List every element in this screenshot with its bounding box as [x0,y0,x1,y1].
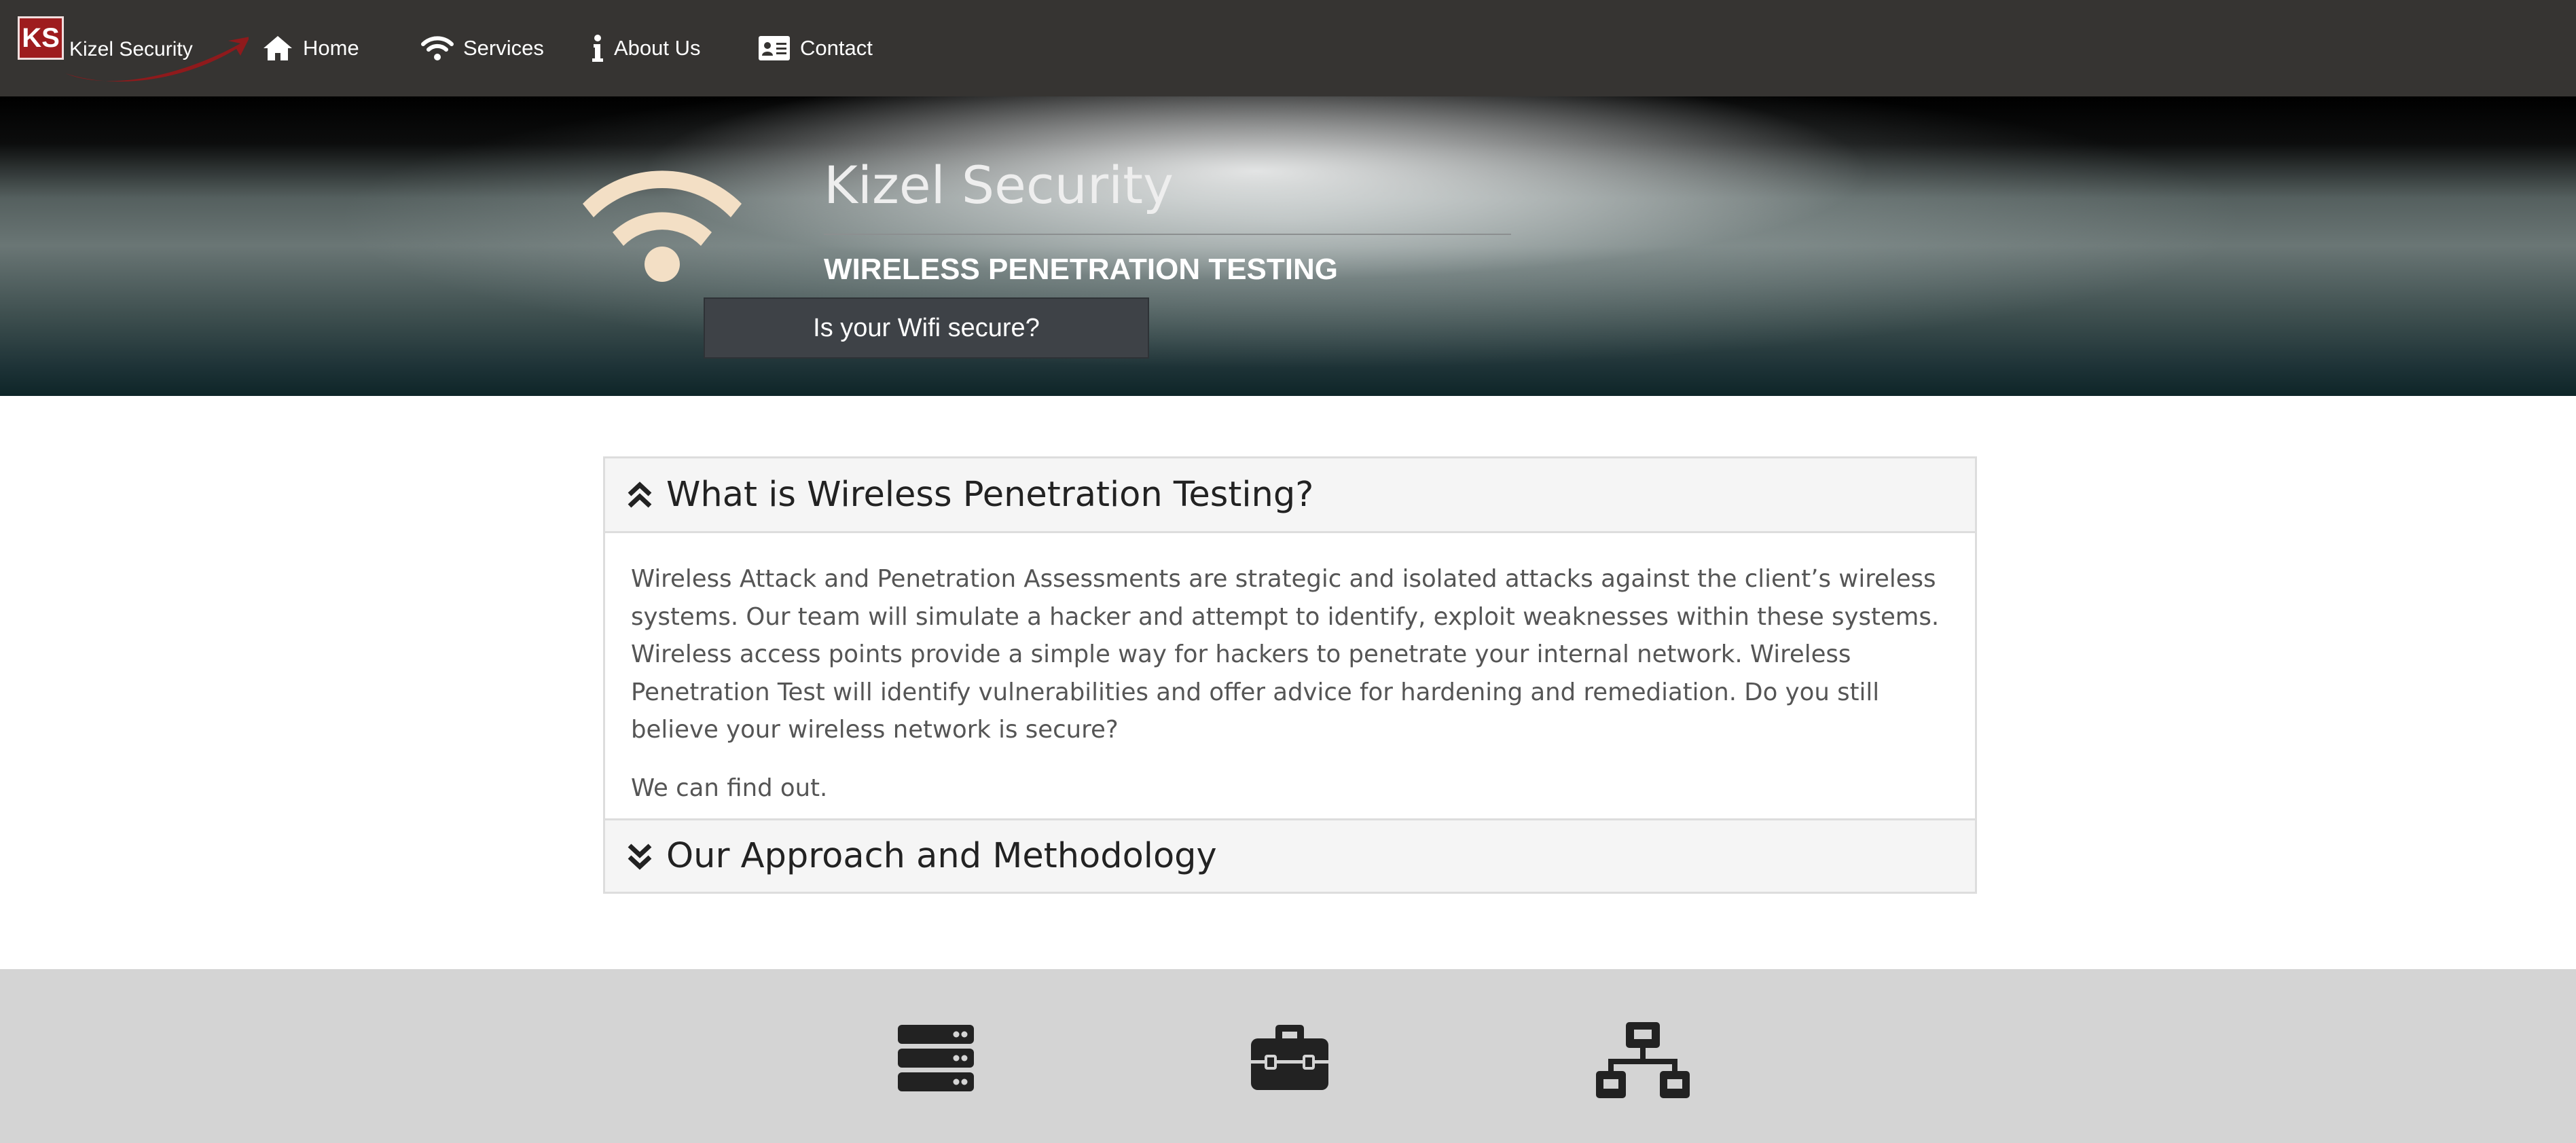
info-icon [592,35,603,62]
logo-text: Kizel Security [69,38,193,60]
accordion-header-approach[interactable]: Our Approach and Methodology [605,818,1975,892]
nav-services[interactable]: Services [421,30,544,67]
nav-contact[interactable]: Contact [758,30,873,67]
nav-about-label: About Us [614,36,701,60]
accordion-title-approach: Our Approach and Methodology [666,836,1217,876]
logo-initials: KS [18,16,64,60]
wifi-icon [421,36,454,60]
accordion-paragraph: We can find out. [631,774,828,802]
contact-card-icon [759,36,790,60]
accordion-title-what-is: What is Wireless Penetration Testing? [666,475,1314,515]
chevron-double-down-icon [628,843,652,870]
network-icon [1596,1022,1690,1098]
accordion: What is Wireless Penetration Testing? Wi… [603,456,1977,894]
chevron-double-up-icon [628,481,652,508]
server-icon [898,1025,974,1091]
nav-contact-label: Contact [800,36,873,60]
accordion-body-what-is: Wireless Attack and Penetration Assessme… [631,560,1948,827]
accordion-header-what-is[interactable]: What is Wireless Penetration Testing? [605,458,1975,533]
brand-logo[interactable]: KS Kizel Security [18,16,249,81]
nav-services-label: Services [463,36,544,60]
nav-home-label: Home [303,36,359,60]
toolbox-icon [1251,1025,1328,1090]
hero-title: Kizel Security [824,155,1174,215]
wifi-secure-button[interactable]: Is your Wifi secure? [704,297,1149,359]
features-strip [0,969,2576,1143]
nav-about[interactable]: About Us [591,30,701,67]
wifi-icon [583,170,742,282]
accordion-paragraph: Wireless Attack and Penetration Assessme… [631,565,1940,744]
hero-divider [824,234,1511,235]
navbar: KS Kizel Security Home Services About Us [0,0,2576,96]
hero-subtitle: WIRELESS PENETRATION TESTING [824,253,1339,286]
home-icon [264,36,292,60]
hero-banner: Kizel Security WIRELESS PENETRATION TEST… [0,96,2576,396]
nav-home[interactable]: Home [262,30,359,67]
